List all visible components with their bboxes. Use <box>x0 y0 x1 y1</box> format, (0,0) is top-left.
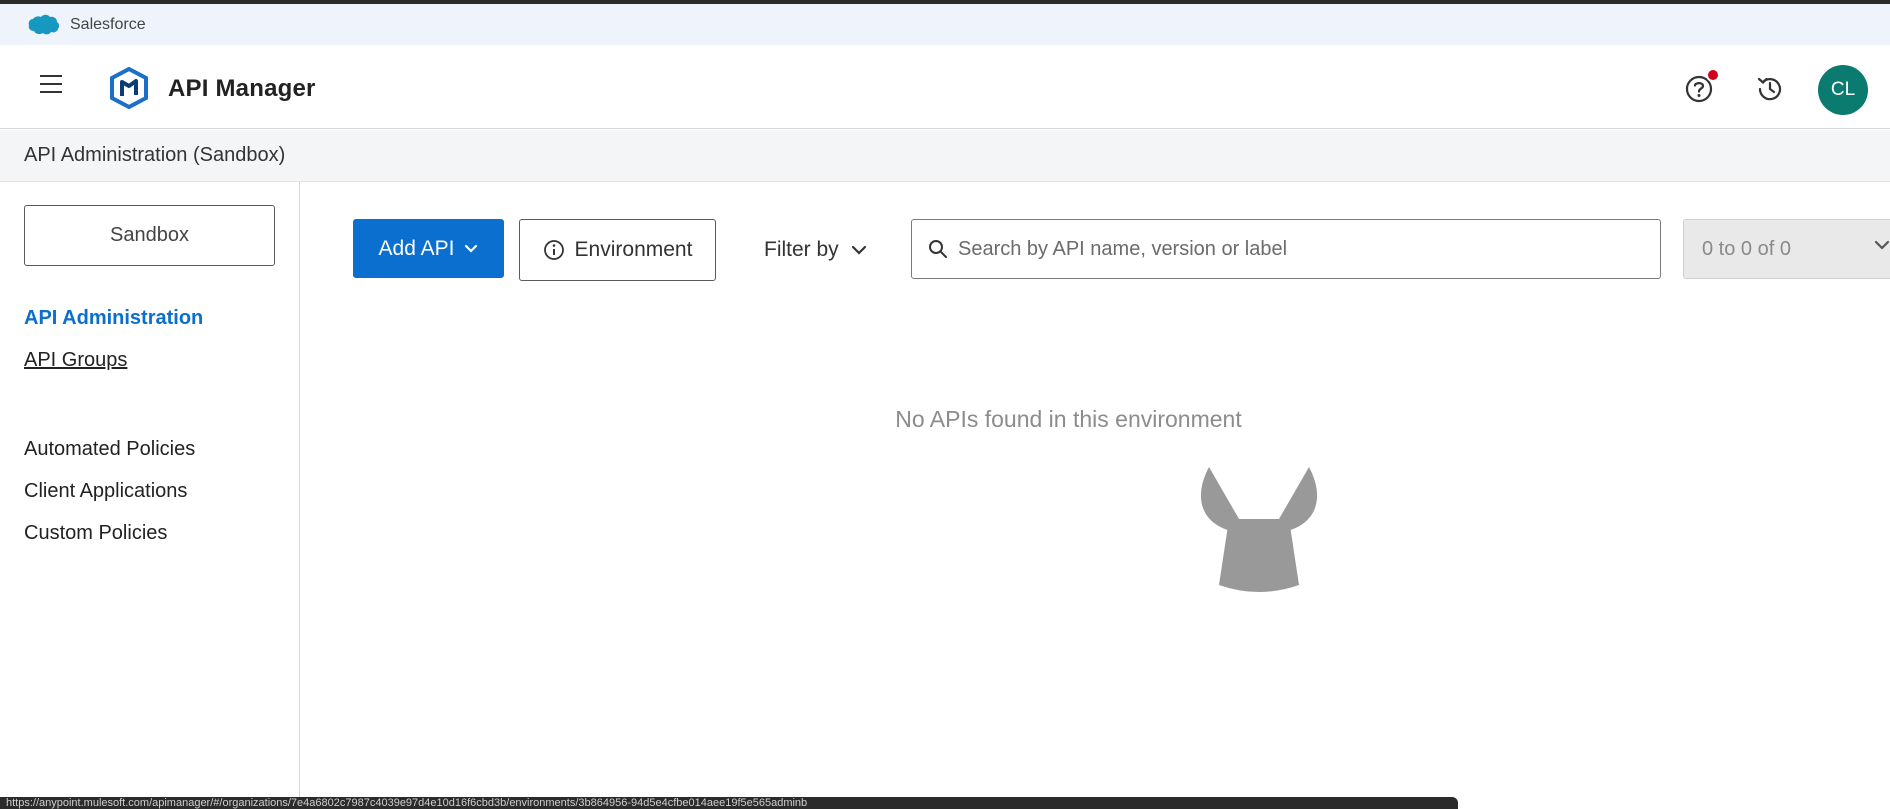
app-title: API Manager <box>168 75 316 102</box>
filter-by-dropdown[interactable]: Filter by <box>764 225 867 275</box>
pagination-dropdown[interactable]: 0 to 0 of 0 <box>1683 219 1890 279</box>
search-box <box>911 219 1661 279</box>
salesforce-cloud-icon <box>28 14 60 34</box>
sidebar-item-custom-policies[interactable]: Custom Policies <box>24 522 167 545</box>
chevron-down-icon <box>465 244 478 253</box>
user-avatar[interactable]: CL <box>1818 65 1868 115</box>
api-manager-logo-icon <box>110 67 148 109</box>
add-api-label: Add API <box>378 236 455 260</box>
empty-state-creature-icon <box>1200 467 1318 592</box>
pagination-text: 0 to 0 of 0 <box>1702 237 1791 260</box>
browser-status-url: https://anypoint.mulesoft.com/apimanager… <box>0 797 1458 809</box>
sidebar: Sandbox API Administration API Groups Au… <box>0 182 300 809</box>
subheader-title: API Administration (Sandbox) <box>24 144 286 166</box>
environment-info-label: Environment <box>574 238 693 261</box>
filter-by-label: Filter by <box>764 238 839 261</box>
notification-dot <box>1706 68 1720 82</box>
app-header: API Manager CL <box>0 45 1890 129</box>
sidebar-item-api-groups[interactable]: API Groups <box>24 349 127 372</box>
sidebar-item-automated-policies[interactable]: Automated Policies <box>24 438 195 461</box>
empty-state-message: No APIs found in this environment <box>895 406 1242 432</box>
main-content: Add API Environment Filter by 0 to 0 of … <box>301 182 1890 809</box>
hamburger-menu-icon[interactable] <box>40 69 70 99</box>
chevron-down-icon <box>1874 240 1890 250</box>
environment-info-button[interactable]: Environment <box>519 219 716 281</box>
page-subheader: API Administration (Sandbox) <box>0 130 1890 182</box>
salesforce-title: Salesforce <box>70 15 146 33</box>
sidebar-item-api-administration[interactable]: API Administration <box>24 307 203 330</box>
chevron-down-icon <box>851 245 866 255</box>
sidebar-item-client-applications[interactable]: Client Applications <box>24 480 187 503</box>
history-clock-icon <box>1757 77 1782 101</box>
search-input[interactable] <box>958 237 1638 261</box>
info-icon <box>543 240 564 260</box>
help-button[interactable] <box>1682 68 1720 106</box>
environment-selector-button[interactable]: Sandbox <box>24 205 275 266</box>
salesforce-bar: Salesforce <box>0 4 1890 45</box>
add-api-button[interactable]: Add API <box>353 219 504 278</box>
search-icon <box>929 240 947 258</box>
history-button[interactable] <box>1753 72 1787 106</box>
